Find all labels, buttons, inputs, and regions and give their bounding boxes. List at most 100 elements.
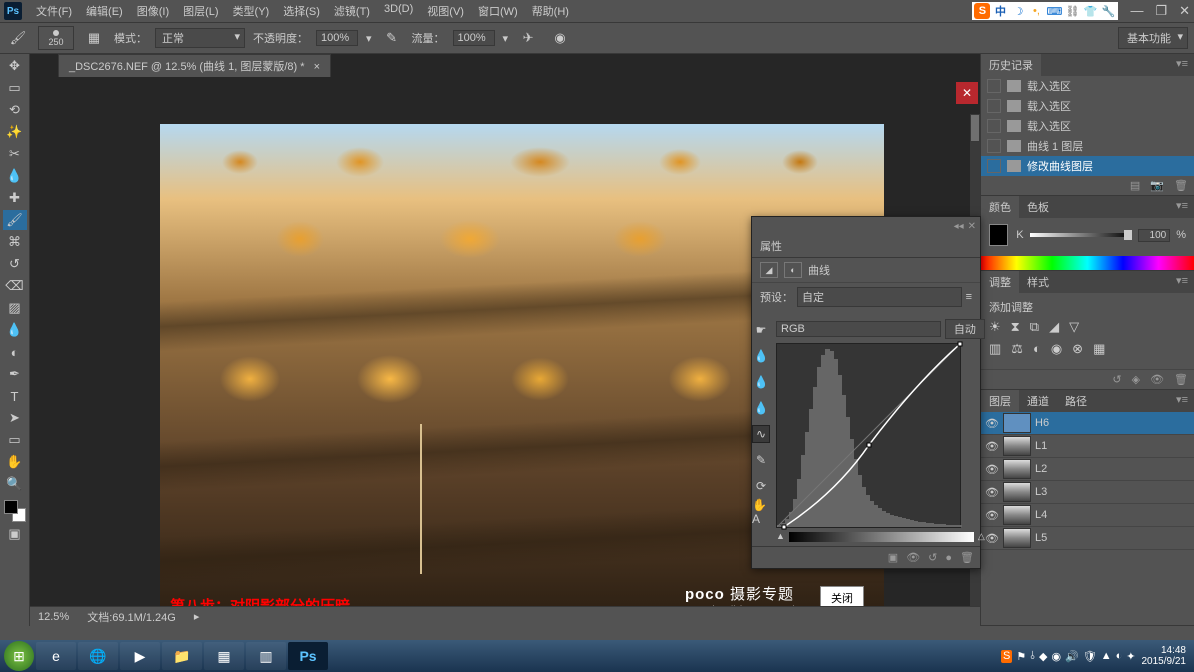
- layer-row[interactable]: 👁L4: [981, 504, 1194, 527]
- properties-collapse-icon[interactable]: ◂◂: [954, 221, 964, 232]
- dodge-tool[interactable]: ◐: [3, 342, 27, 362]
- shape-tool[interactable]: ▭: [3, 430, 27, 450]
- curves-graph[interactable]: [776, 343, 961, 528]
- menu-select[interactable]: 选择(S): [277, 1, 326, 21]
- history-item[interactable]: 载入选区: [981, 116, 1194, 136]
- adj-mixer-icon[interactable]: ⊗: [1072, 341, 1083, 357]
- taskbar-app1-icon[interactable]: ▦: [204, 642, 244, 670]
- window-close-button[interactable]: ✕: [1179, 3, 1190, 19]
- tray-shield-icon[interactable]: 🛡: [1083, 650, 1097, 663]
- tray-app5-icon[interactable]: ✦: [1126, 650, 1135, 663]
- color-tab[interactable]: 颜色: [981, 196, 1019, 218]
- opacity-dropdown-icon[interactable]: ▾: [366, 32, 372, 45]
- blend-mode-dropdown[interactable]: 正常: [155, 28, 245, 48]
- layer-name-label[interactable]: L2: [1035, 463, 1047, 475]
- layer-name-label[interactable]: H6: [1035, 417, 1049, 429]
- system-tray[interactable]: S ⚑ ⫰ ◆ ◉ 🔊 🛡 ▲ ◐ ✦: [1001, 650, 1136, 663]
- layer-name-label[interactable]: L1: [1035, 440, 1047, 452]
- ime-settings-icon[interactable]: 🔧: [1100, 3, 1116, 19]
- channel-dropdown[interactable]: RGB: [776, 321, 941, 337]
- sampler-icon[interactable]: 💧: [752, 347, 770, 365]
- adj-hue-icon[interactable]: ▥: [989, 341, 1001, 357]
- layer-name-label[interactable]: L5: [1035, 532, 1047, 544]
- taskbar-ie-icon[interactable]: e: [36, 642, 76, 670]
- curve-point-mid[interactable]: [866, 442, 871, 447]
- taskbar-photoshop-icon[interactable]: Ps: [288, 642, 328, 670]
- healing-tool[interactable]: ✚: [3, 188, 27, 208]
- ime-moon-icon[interactable]: ☽: [1010, 3, 1026, 19]
- ime-lang-icon[interactable]: 中: [992, 3, 1008, 19]
- workspace-switcher[interactable]: 基本功能: [1118, 27, 1188, 49]
- layer-name-label[interactable]: L4: [1035, 509, 1047, 521]
- menu-type[interactable]: 类型(Y): [227, 1, 276, 21]
- brush-tool[interactable]: 🖌: [3, 210, 27, 230]
- ime-toolbar[interactable]: S 中 ☽ •, ⌨ ⛓ 👕 🔧: [972, 2, 1118, 20]
- tray-app2-icon[interactable]: ◉: [1051, 650, 1061, 663]
- adj-vibrance-icon[interactable]: ▽: [1069, 319, 1079, 335]
- history-brush-tool[interactable]: ↺: [3, 254, 27, 274]
- start-button[interactable]: ⊞: [4, 641, 34, 671]
- adj-balance-icon[interactable]: ⚖: [1011, 341, 1023, 357]
- history-checkbox[interactable]: [987, 119, 1001, 133]
- ime-punct-icon[interactable]: •,: [1028, 3, 1044, 19]
- toggle-visibility-icon[interactable]: ●: [945, 552, 952, 564]
- zoom-tool[interactable]: 🔍: [3, 474, 27, 494]
- layer-row[interactable]: 👁L1: [981, 435, 1194, 458]
- layer-thumbnail[interactable]: [1003, 528, 1031, 548]
- brush-panel-toggle-icon[interactable]: ▦: [82, 28, 106, 48]
- doc-info-menu-icon[interactable]: ▸: [194, 610, 200, 623]
- input-gradient[interactable]: [789, 532, 974, 542]
- zoom-level[interactable]: 12.5%: [38, 611, 69, 623]
- opacity-field[interactable]: 100%: [316, 30, 358, 46]
- k-value-field[interactable]: 100: [1138, 229, 1170, 242]
- brush-preset-picker[interactable]: 250: [38, 26, 74, 50]
- layers-panel-menu-icon[interactable]: ▾≡: [1170, 390, 1194, 412]
- menu-filter[interactable]: 滤镜(T): [328, 1, 376, 21]
- clip-to-layer-icon[interactable]: ▣: [888, 551, 898, 564]
- curve-point-highlight[interactable]: [958, 342, 963, 347]
- tray-app3-icon[interactable]: ▲: [1101, 650, 1112, 663]
- target-adjust-icon[interactable]: ☛: [752, 321, 770, 339]
- tray-network-icon[interactable]: ⫰: [1030, 650, 1035, 663]
- adjustments-panel-menu-icon[interactable]: ▾≡: [1170, 271, 1194, 293]
- taskbar-media-icon[interactable]: ▶: [120, 642, 160, 670]
- history-item[interactable]: 载入选区: [981, 96, 1194, 116]
- properties-panel[interactable]: ◂◂ ✕ 属性 ◢ ◐ 曲线 预设： 自定 ≡ ☛ 💧 💧 💧 ∿ ✎ ⟳ ✋A…: [751, 216, 981, 569]
- history-checkbox[interactable]: [987, 159, 1001, 173]
- ime-skin-icon[interactable]: 👕: [1082, 3, 1098, 19]
- color-swatches[interactable]: [4, 500, 26, 522]
- view-previous-icon[interactable]: 👁: [906, 551, 920, 564]
- menu-view[interactable]: 视图(V): [421, 1, 470, 21]
- document-tab-close-icon[interactable]: ×: [314, 61, 320, 73]
- curve-edit-icon[interactable]: ∿: [752, 425, 770, 443]
- lasso-tool[interactable]: ⟲: [3, 100, 27, 120]
- tray-sogou-icon[interactable]: S: [1001, 650, 1012, 663]
- adj-lookup-icon[interactable]: ▦: [1093, 341, 1105, 357]
- window-maximize-button[interactable]: ❐: [1155, 3, 1167, 19]
- tray-flag-icon[interactable]: ⚑: [1016, 650, 1026, 663]
- ime-link-icon[interactable]: ⛓: [1064, 3, 1080, 19]
- brush-tool-icon[interactable]: 🖌: [6, 28, 30, 48]
- taskbar-app2-icon[interactable]: ▥: [246, 642, 286, 670]
- tray-app1-icon[interactable]: ◆: [1039, 650, 1047, 663]
- move-tool[interactable]: ✥: [3, 56, 27, 76]
- document-tab[interactable]: _DSC2676.NEF @ 12.5% (曲线 1, 图层蒙版/8) * ×: [58, 54, 331, 77]
- adj-exposure-icon[interactable]: ◢: [1049, 319, 1059, 335]
- adj-delete-icon[interactable]: 🗑: [1174, 373, 1188, 386]
- preset-menu-icon[interactable]: ≡: [966, 291, 972, 303]
- canvas-close-button[interactable]: ✕: [956, 82, 978, 104]
- properties-tab[interactable]: 属性: [752, 235, 980, 258]
- history-checkbox[interactable]: [987, 79, 1001, 93]
- adj-view-icon[interactable]: 👁: [1150, 373, 1164, 386]
- layer-row[interactable]: 👁L5: [981, 527, 1194, 550]
- layer-name-label[interactable]: L3: [1035, 486, 1047, 498]
- flow-dropdown-icon[interactable]: ▾: [503, 32, 509, 45]
- history-item[interactable]: 修改曲线图层: [981, 156, 1194, 176]
- taskbar-browser-icon[interactable]: 🌐: [78, 642, 118, 670]
- adj-levels-icon[interactable]: ⧗: [1011, 319, 1020, 335]
- history-tab[interactable]: 历史记录: [981, 54, 1041, 76]
- menu-edit[interactable]: 编辑(E): [80, 1, 129, 21]
- curve-point-shadow[interactable]: [782, 525, 787, 530]
- marquee-tool[interactable]: ▭: [3, 78, 27, 98]
- flow-field[interactable]: 100%: [453, 30, 495, 46]
